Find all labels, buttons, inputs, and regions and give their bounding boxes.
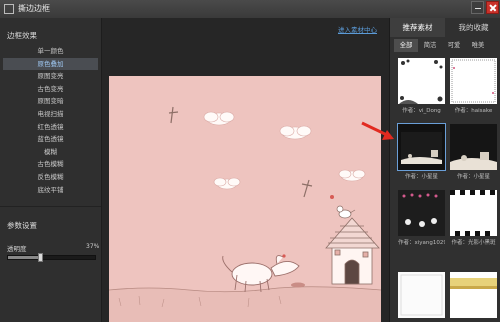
frame-thumbnail[interactable]	[398, 58, 445, 104]
tab-favorites[interactable]: 我的收藏	[446, 18, 500, 37]
material-center-link[interactable]: 进入素材中心	[338, 24, 377, 34]
minimize-button[interactable]	[471, 1, 484, 14]
category-tabs: 全部 简洁 可爱 唯美	[394, 39, 500, 52]
effect-item[interactable]: 古色变亮	[3, 83, 98, 96]
thumb-author: 作者：vi_Dong	[402, 108, 441, 114]
title-bar: 撕边边框	[0, 0, 500, 19]
effect-item[interactable]: 单一颜色	[3, 45, 98, 58]
params-title: 参数设置	[7, 221, 37, 230]
frame-thumbnail[interactable]	[450, 190, 497, 236]
effect-item[interactable]: 蓝色透镜	[3, 133, 98, 146]
close-button[interactable]	[486, 1, 499, 14]
frame-thumbnail[interactable]	[450, 58, 497, 104]
effect-item[interactable]: 底纹平铺	[3, 184, 98, 197]
effects-list: 单一颜色 原色叠加 原图变亮 古色变亮 原图变暗 电视扫描 红色透镜 蓝色透镜 模糊 古色模糊 反色…	[3, 45, 98, 196]
effect-item[interactable]: 反色模糊	[3, 171, 98, 184]
effects-title: 边框效果	[7, 31, 37, 40]
frame-thumbnail-selected[interactable]	[397, 123, 446, 171]
effect-item[interactable]: 电视扫描	[3, 108, 98, 121]
subtab-romantic[interactable]: 唯美	[466, 39, 490, 52]
thumb-author: 作者：小星星	[456, 174, 490, 180]
effect-item[interactable]: 原色叠加	[3, 57, 98, 71]
effect-item[interactable]: 红色透镜	[3, 121, 98, 134]
frame-thumbnail[interactable]	[398, 272, 445, 318]
opacity-slider-thumb[interactable]	[38, 253, 44, 262]
preview-area: 进入素材中心	[102, 18, 389, 322]
frame-thumbnail[interactable]	[450, 272, 497, 318]
effect-item[interactable]: 原图变亮	[3, 70, 98, 83]
app-icon	[4, 4, 14, 14]
divider	[0, 206, 101, 207]
cartoon-illustration	[109, 76, 381, 322]
thumb-author: 作者：小星星	[404, 174, 438, 180]
effect-item[interactable]: 模糊	[3, 146, 98, 159]
thumb-author: 作者：haisake	[454, 108, 493, 114]
opacity-slider-fill	[8, 256, 41, 259]
opacity-slider[interactable]	[7, 253, 96, 262]
tab-recommended[interactable]: 推荐素材	[390, 18, 445, 37]
opacity-label: 透明度	[7, 245, 27, 253]
effect-item[interactable]: 原图变暗	[3, 95, 98, 108]
thumb-author: 作者：xiyang1029	[398, 240, 445, 246]
opacity-value: 37%	[86, 243, 100, 250]
subtab-simple[interactable]: 简洁	[418, 39, 442, 52]
thumb-author: 作者：光影小黑斑	[451, 240, 496, 246]
preview-canvas	[109, 76, 381, 322]
frame-thumbnail[interactable]	[450, 124, 497, 170]
subtab-all[interactable]: 全部	[394, 39, 418, 52]
window-title: 撕边边框	[18, 4, 50, 13]
annotation-arrow-icon	[361, 121, 394, 140]
effect-item[interactable]: 古色模糊	[3, 158, 98, 171]
subtab-cute[interactable]: 可爱	[442, 39, 466, 52]
left-panel: 边框效果 单一颜色 原色叠加 原图变亮 古色变亮 原图变暗 电视扫描 红色透镜 蓝色透镜 模糊古…	[0, 18, 102, 322]
right-panel: 推荐素材 我的收藏 全部 简洁 可爱 唯美 作者：vi_Dong 作者：haisake…	[389, 18, 500, 322]
frame-thumbnail[interactable]	[398, 190, 445, 236]
